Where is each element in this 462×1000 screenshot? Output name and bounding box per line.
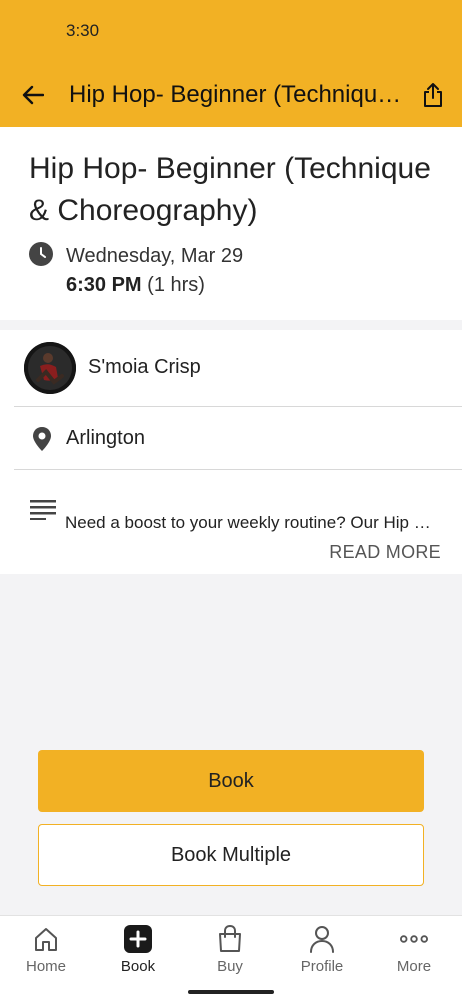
nav-item-profile[interactable]: Profile — [276, 924, 368, 984]
instructor-name: S'moia Crisp — [88, 356, 201, 378]
instructor-row[interactable]: S'moia Crisp — [14, 330, 462, 407]
nav-label-buy: Buy — [217, 958, 243, 975]
arrow-left-icon — [22, 85, 44, 105]
class-info-card: Hip Hop- Beginner (Technique & Choreogra… — [0, 127, 462, 320]
location-name: Arlington — [66, 427, 145, 449]
bottom-navigation: Home Book Buy Profile More — [0, 915, 462, 1000]
plus-square-icon — [124, 925, 152, 953]
nav-label-profile: Profile — [300, 958, 344, 975]
clock-icon — [29, 242, 53, 266]
person-icon — [310, 926, 334, 953]
nav-item-book[interactable]: Book — [92, 924, 184, 984]
home-icon — [35, 928, 57, 951]
status-bar-time: 3:30 — [66, 21, 100, 40]
nav-label-more: More — [396, 958, 432, 975]
class-date: Wednesday, Mar 29 — [66, 245, 244, 267]
class-detail-screen: 3:30 Hip Hop- Beginner (Technique & Chor… — [0, 0, 462, 1000]
class-title: Hip Hop- Beginner (Technique & Choreogra… — [29, 152, 431, 227]
app-header: 3:30 Hip Hop- Beginner (Technique & Chor… — [0, 0, 462, 127]
description-row: Need a boost to your weekly routine? Our… — [0, 470, 462, 574]
home-indicator — [188, 990, 274, 994]
description-text: Need a boost to your weekly routine? Our… — [65, 513, 437, 532]
notes-icon — [30, 500, 56, 520]
back-button[interactable] — [18, 80, 48, 110]
read-more-link[interactable]: READ MORE — [329, 542, 441, 563]
nav-label-book: Book — [120, 958, 156, 975]
class-start-time: 6:30 PM — [66, 274, 142, 296]
book-multiple-button[interactable]: Book Multiple — [38, 824, 424, 886]
nav-item-home[interactable]: Home — [0, 924, 92, 984]
book-button[interactable]: Book — [38, 750, 424, 812]
nav-label-home: Home — [25, 958, 66, 975]
nav-item-buy[interactable]: Buy — [184, 924, 276, 984]
share-icon — [424, 83, 442, 107]
more-dots-icon — [400, 935, 428, 943]
class-time: 6:30 PM (1 hrs) — [66, 274, 205, 297]
instructor-avatar — [24, 342, 76, 394]
location-pin-icon — [33, 427, 51, 451]
class-duration: (1 hrs) — [147, 274, 205, 296]
nav-item-more[interactable]: More — [368, 924, 460, 984]
header-title: Hip Hop- Beginner (Technique & Choreogra… — [69, 81, 414, 108]
shopping-bag-icon — [219, 925, 241, 952]
share-button[interactable] — [419, 80, 447, 110]
class-details-card: S'moia Crisp Arlington Need a boost to y… — [0, 330, 462, 574]
location-row[interactable]: Arlington — [14, 407, 462, 470]
